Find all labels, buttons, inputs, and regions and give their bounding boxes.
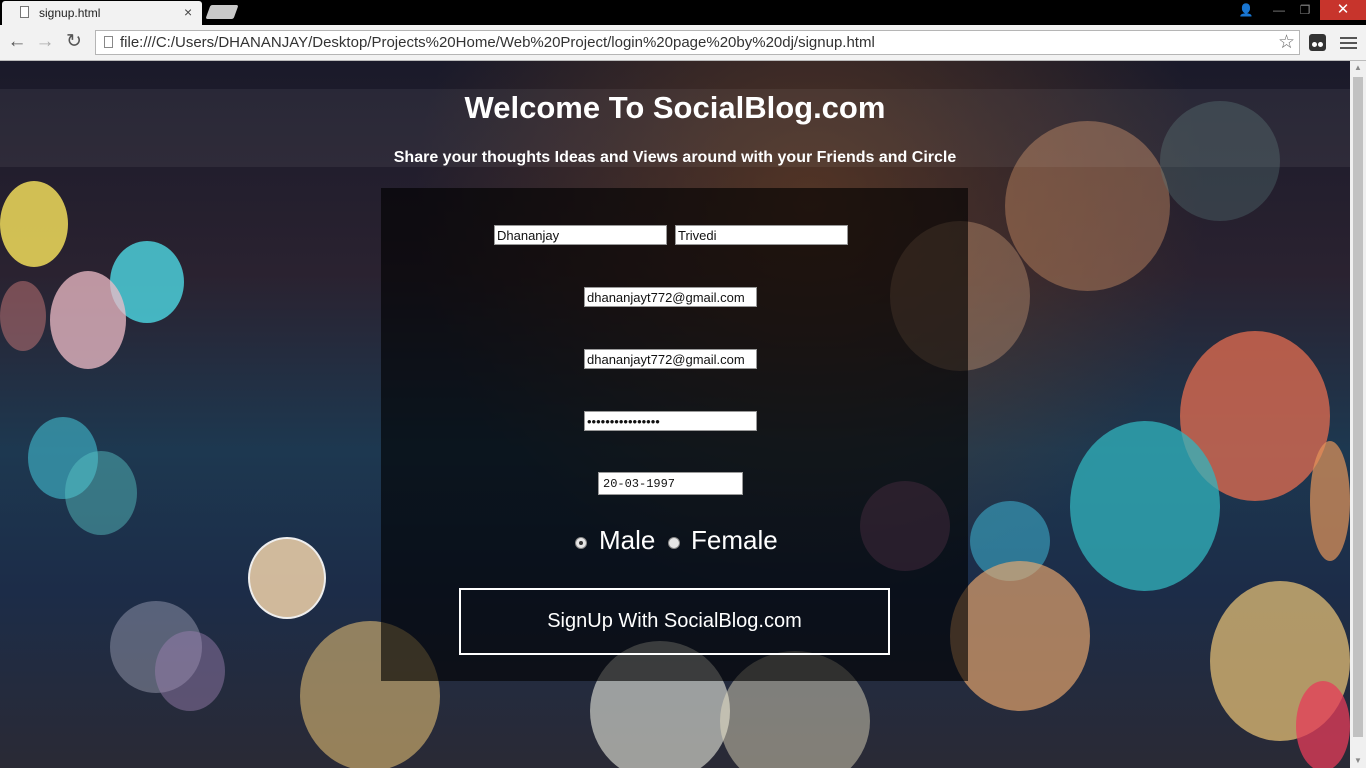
address-bar[interactable]: file:///C:/Users/DHANANJAY/Desktop/Proje… xyxy=(95,30,1300,55)
bokeh-light xyxy=(1310,441,1350,561)
scrollbar-thumb[interactable] xyxy=(1353,77,1363,737)
bokeh-light xyxy=(65,451,137,535)
page-subtitle: Share your thoughts Ideas and Views arou… xyxy=(393,149,957,166)
tab-close-icon[interactable]: × xyxy=(184,4,192,20)
bokeh-light xyxy=(248,537,326,619)
reload-button[interactable]: ↻ xyxy=(63,31,85,53)
signup-button[interactable]: SignUp With SocialBlog.com xyxy=(459,588,890,655)
bokeh-light xyxy=(50,271,126,369)
dob-input[interactable] xyxy=(598,472,743,495)
close-window-button[interactable]: ✕ xyxy=(1320,0,1366,20)
tab-signup[interactable]: signup.html × xyxy=(2,1,202,25)
back-button[interactable]: ← xyxy=(6,31,28,53)
forward-button[interactable]: → xyxy=(34,31,56,53)
bokeh-light xyxy=(950,561,1090,711)
bokeh-light xyxy=(1296,681,1350,768)
bokeh-light xyxy=(0,181,68,267)
email-input[interactable] xyxy=(584,287,757,307)
page-title: Welcome To SocialBlog.com xyxy=(464,90,886,125)
menu-icon[interactable] xyxy=(1340,34,1357,51)
bokeh-light xyxy=(155,631,225,711)
tab-strip: signup.html × 👤 — ❐ ✕ xyxy=(0,0,1366,25)
minimize-button[interactable]: — xyxy=(1268,0,1290,20)
vertical-scrollbar[interactable]: ▲ ▼ xyxy=(1350,61,1366,768)
scroll-up-icon[interactable]: ▲ xyxy=(1350,61,1366,75)
extension-icon[interactable] xyxy=(1309,34,1326,51)
page-icon xyxy=(104,36,113,48)
user-icon[interactable]: 👤 xyxy=(1236,0,1256,20)
password-input[interactable] xyxy=(584,411,757,431)
page-viewport: Welcome To SocialBlog.com Share your tho… xyxy=(0,61,1350,768)
bookmark-star-icon[interactable]: ☆ xyxy=(1278,31,1295,54)
scroll-down-icon[interactable]: ▼ xyxy=(1350,754,1366,768)
first-name-input[interactable] xyxy=(494,225,667,245)
gender-male-label: Male xyxy=(599,525,656,555)
confirm-email-input[interactable] xyxy=(584,349,757,369)
bokeh-light xyxy=(0,281,46,351)
tab-title: signup.html xyxy=(39,6,101,20)
bokeh-light xyxy=(1070,421,1220,591)
page-icon xyxy=(20,6,29,18)
gender-male-radio[interactable] xyxy=(575,537,587,549)
url-text[interactable]: file:///C:/Users/DHANANJAY/Desktop/Proje… xyxy=(120,34,875,51)
last-name-input[interactable] xyxy=(675,225,848,245)
gender-female-radio[interactable] xyxy=(668,537,680,549)
new-tab-button[interactable] xyxy=(205,5,239,19)
browser-toolbar: ← → ↻ file:///C:/Users/DHANANJAY/Desktop… xyxy=(0,25,1366,61)
maximize-button[interactable]: ❐ xyxy=(1294,0,1316,20)
gender-female-label: Female xyxy=(691,525,778,555)
